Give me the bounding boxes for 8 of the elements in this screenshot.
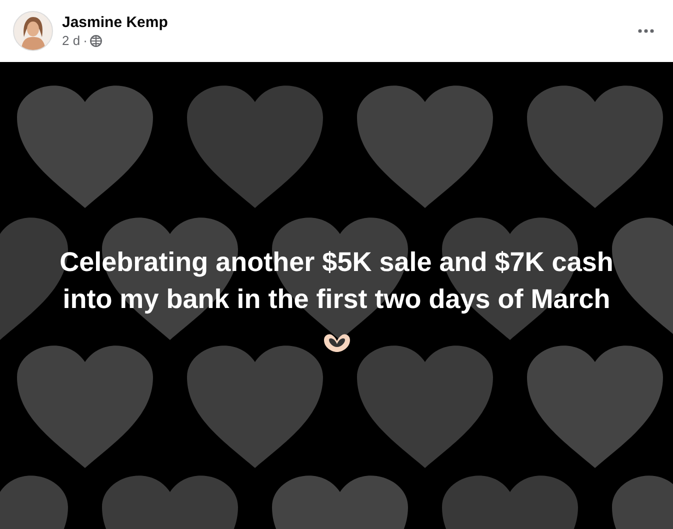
separator: · — [83, 32, 88, 50]
post-time[interactable]: 2 d — [62, 32, 80, 50]
avatar[interactable] — [13, 11, 53, 51]
author-name[interactable]: Jasmine Kemp — [62, 12, 168, 32]
more-options-icon[interactable] — [638, 29, 654, 33]
post-caption: Celebrating another $5K sale and $7K cash into my bank in the first two days of March — [60, 246, 614, 316]
globe-icon[interactable] — [90, 34, 102, 46]
heart-hands-icon — [322, 332, 352, 354]
